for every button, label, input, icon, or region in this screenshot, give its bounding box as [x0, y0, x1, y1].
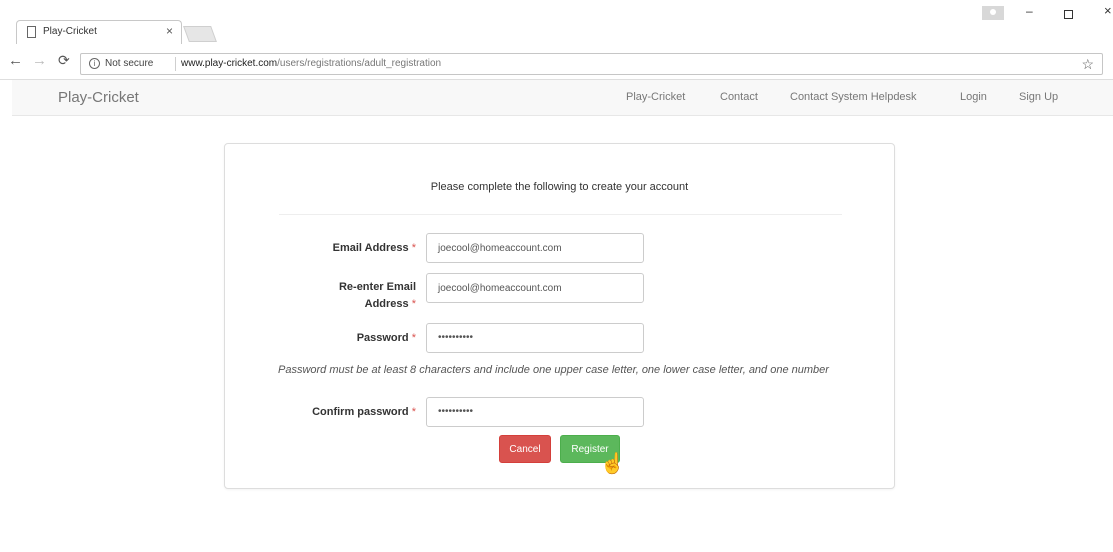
password-label: Password * [357, 330, 416, 347]
required-marker: * [411, 406, 416, 418]
url-host: www.play-cricket.com [181, 58, 278, 69]
forward-arrow-icon[interactable]: → [32, 52, 47, 69]
form-divider [279, 214, 842, 215]
nav-link-login[interactable]: Login [960, 91, 987, 103]
site-navbar: Play-Cricket Play-Cricket Contact Contac… [12, 80, 1113, 116]
url-text[interactable]: www.play-cricket.com/users/registrations… [181, 58, 441, 69]
back-arrow-icon[interactable]: ← [8, 52, 23, 69]
user-profile-icon[interactable] [982, 6, 1004, 20]
bookmark-star-icon[interactable]: ☆ [1081, 56, 1094, 73]
form-intro: Please complete the following to create … [430, 181, 689, 193]
site-brand[interactable]: Play-Cricket [58, 89, 139, 106]
required-marker: * [411, 332, 416, 344]
password-field[interactable]: •••••••••• [426, 323, 644, 353]
email-field[interactable]: joecool@homeaccount.com [426, 233, 644, 263]
email-label-text: Email Address [332, 242, 409, 254]
confirm-password-label: Confirm password * [312, 404, 416, 421]
reemail-label-line2: Address [364, 298, 409, 310]
registration-panel: Please complete the following to create … [224, 143, 895, 489]
info-icon[interactable]: i [89, 58, 100, 69]
address-bar[interactable]: i Not secure www.play-cricket.com/users/… [80, 53, 1103, 75]
new-tab-button[interactable] [183, 26, 217, 42]
confirm-password-field[interactable]: •••••••••• [426, 397, 644, 427]
minimize-icon[interactable]: – [1026, 4, 1033, 18]
maximize-icon[interactable] [1064, 10, 1073, 19]
nav-link-contact[interactable]: Contact [720, 91, 758, 103]
password-hint: Password must be at least 8 characters a… [278, 364, 829, 376]
tab-close-icon[interactable]: × [166, 24, 173, 38]
password-label-text: Password [356, 332, 409, 344]
browser-tab[interactable]: Play-Cricket × [16, 20, 182, 44]
reemail-field[interactable]: joecool@homeaccount.com [426, 273, 644, 303]
hand-cursor-icon: ☝ [600, 453, 625, 475]
nav-link-helpdesk[interactable]: Contact System Helpdesk [790, 91, 917, 103]
page-icon [27, 26, 36, 38]
confirm-password-label-text: Confirm password [312, 406, 409, 418]
nav-link-play-cricket[interactable]: Play-Cricket [626, 91, 685, 103]
browser-toolbar: ← → ⟳ i Not secure www.play-cricket.com/… [0, 44, 1113, 80]
reload-icon[interactable]: ⟳ [58, 52, 70, 69]
required-marker: * [411, 242, 416, 254]
reemail-label-line1: Re-enter Email [338, 281, 416, 293]
security-indicator[interactable]: Not secure [105, 58, 153, 69]
cancel-button[interactable]: Cancel [499, 435, 551, 463]
required-marker: * [411, 298, 416, 310]
window-close-icon[interactable]: × [1104, 3, 1112, 18]
browser-tabstrip: Play-Cricket × – × [0, 0, 1113, 44]
address-separator [175, 57, 176, 71]
email-label: Email Address * [333, 240, 416, 257]
tab-title: Play-Cricket [43, 26, 97, 37]
reemail-label: Re-enter Email Address * [339, 279, 416, 313]
nav-link-signup[interactable]: Sign Up [1019, 91, 1058, 103]
url-path: /users/registrations/adult_registration [277, 58, 442, 69]
